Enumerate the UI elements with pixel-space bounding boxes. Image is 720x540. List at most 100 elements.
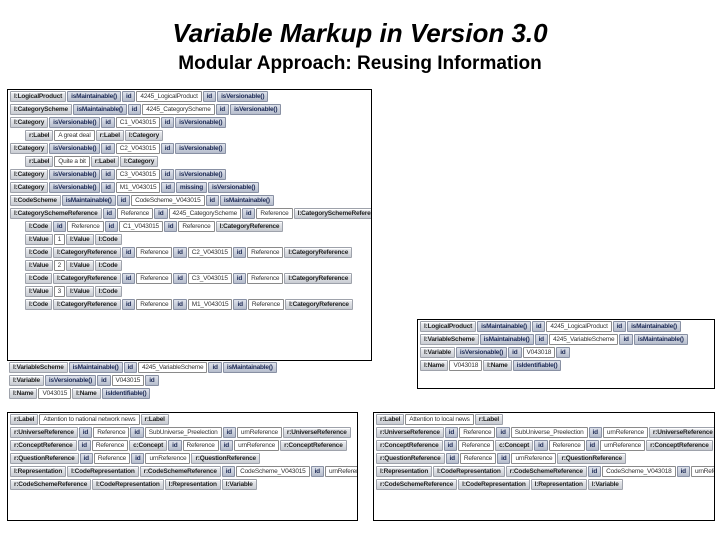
xml-attribute-token: isIdentifiable() (102, 388, 151, 399)
xml-value-token: CodeScheme_V043015 (236, 466, 309, 477)
xml-value-token: Reference (136, 273, 172, 284)
xml-element-token: l:CodeRepresentation (92, 479, 164, 490)
xml-attribute-token: isVersionable() (456, 347, 507, 358)
xml-value-token: Quite a bit (54, 156, 89, 167)
xml-attribute-token: id (508, 347, 521, 358)
xml-element-token: l:CategoryReference (285, 299, 353, 310)
xml-element-token: l:VariableScheme (420, 334, 479, 345)
xml-value-token: V043018 (449, 360, 482, 371)
xml-attribute-token: id (222, 466, 235, 477)
xml-attribute-token: id (206, 195, 219, 206)
xml-element-token: l:Value (25, 286, 53, 297)
xml-attribute-token: id (619, 334, 632, 345)
xml-value-token: Reference (459, 427, 495, 438)
xml-row: r:LabelA great dealr:Labell:Category (8, 129, 371, 142)
xml-row: l:Codel:CategoryReferenceidReferenceidM1… (8, 298, 371, 311)
xml-element-token: r:Label (25, 156, 53, 167)
xml-element-token: r:Label (376, 414, 404, 425)
xml-attribute-token: id (168, 440, 181, 451)
xml-element-token: l:Variable (588, 479, 623, 490)
xml-element-token: r:Label (10, 414, 38, 425)
xml-attribute-token: id (53, 221, 66, 232)
xml-attribute-token: id (311, 466, 324, 477)
xml-value-token: C2_V043015 (116, 143, 160, 154)
xml-value-token: urnReference (325, 466, 357, 477)
xml-attribute-token: isVersionable() (45, 375, 96, 386)
xml-attribute-token: id (173, 273, 186, 284)
xml-value-token: urnReference (237, 427, 282, 438)
xml-attribute-token: isMaintainable() (627, 321, 681, 332)
xml-value-token: Reference (256, 208, 292, 219)
xml-element-token: r:QuestionReference (557, 453, 626, 464)
xml-row: l:Representationl:CodeRepresentationr:Co… (374, 465, 714, 478)
xml-element-token: r:UniverseReference (283, 427, 351, 438)
xml-value-token: urnReference (145, 453, 190, 464)
xml-attribute-token: id (103, 208, 116, 219)
xml-element-token: l:Code (25, 247, 52, 258)
xml-attribute-token: isVersionable() (175, 169, 226, 180)
xml-attribute-token: id (161, 117, 174, 128)
xml-attribute-token: id (101, 169, 114, 180)
xml-value-token: 4245_LogicalProduct (136, 91, 201, 102)
xml-attribute-token: id (124, 362, 137, 373)
xml-element-token: r:QuestionReference (10, 453, 79, 464)
xml-attribute-token: id (589, 427, 602, 438)
xml-attribute-token: id (117, 195, 130, 206)
xml-element-token: l:Category (10, 169, 48, 180)
xml-element-token: l:CategoryReference (284, 247, 352, 258)
xml-attribute-token: id (532, 321, 545, 332)
xml-element-token: l:Variable (222, 479, 257, 490)
xml-element-token: l:LogicalProduct (420, 321, 476, 332)
xml-value-token: Reference (247, 247, 283, 258)
xml-element-token: l:Name (9, 388, 37, 399)
xml-element-token: l:Category (10, 182, 48, 193)
xml-element-token: l:CategoryReference (53, 273, 121, 284)
xml-attribute-token: id (233, 273, 246, 284)
xml-attribute-token: id (586, 440, 599, 451)
xml-element-token: r:Label (91, 156, 119, 167)
xml-element-token: l:CategoryReference (216, 221, 284, 232)
xml-element-token: l:Name (420, 360, 448, 371)
xml-element-token: l:Representation (165, 479, 221, 490)
xml-value-token: SubUniverse_Preelection (145, 427, 222, 438)
xml-value-token: 1 (54, 234, 65, 245)
xml-value-token: urnReference (234, 440, 279, 451)
xml-attribute-token: id (233, 247, 246, 258)
xml-attribute-token: id (105, 221, 118, 232)
xml-value-token: V043018 (523, 347, 556, 358)
xml-attribute-token: id (173, 299, 186, 310)
xml-value-token: M1_V043015 (116, 182, 161, 193)
xml-attribute-token: isMaintainable() (223, 362, 277, 373)
xml-value-token: urnReference (600, 440, 645, 451)
xml-attribute-token: isVersionable() (217, 91, 268, 102)
xml-value-token: A great deal (54, 130, 94, 141)
xml-element-token: l:Value (25, 234, 53, 245)
xml-row: r:LabelAttention to national network new… (8, 413, 357, 426)
xml-element-token: l:Category (120, 156, 158, 167)
xml-element-token: l:Code (25, 299, 52, 310)
xml-row: l:VariableSchemeisMaintainable()id4245_V… (7, 361, 377, 374)
xml-value-token: V043015 (38, 388, 71, 399)
xml-row: l:VariableisVersionable()idV043018id (418, 346, 714, 359)
xml-element-token: c:Concept (129, 440, 167, 451)
xml-attribute-token: isIdentifiable() (513, 360, 562, 371)
xml-attribute-token: id (80, 453, 93, 464)
slide-subtitle: Modular Approach: Reusing Information (18, 53, 702, 75)
xml-panel-ref-header: l:LogicalProductisMaintainable()id4245_L… (417, 319, 715, 389)
xml-attribute-token: isVersionable() (230, 104, 281, 115)
xml-element-token: c:Concept (495, 440, 533, 451)
xml-attribute-token: isVersionable() (49, 182, 100, 193)
xml-element-token: l:Representation (376, 466, 432, 477)
xml-value-token: Reference (460, 453, 496, 464)
xml-value-token: Reference (94, 453, 130, 464)
xml-attribute-token: id (677, 466, 690, 477)
xml-attribute-token: id (173, 247, 186, 258)
xml-value-token: CodeScheme_V043015 (131, 195, 204, 206)
xml-element-token: l:Code (95, 260, 122, 271)
xml-value-token: Reference (458, 440, 494, 451)
xml-attribute-token: id (101, 143, 114, 154)
xml-element-token: r:Label (141, 414, 169, 425)
xml-element-token: r:Label (96, 130, 124, 141)
xml-value-token: Reference (136, 247, 172, 258)
xml-attribute-token: id (122, 273, 135, 284)
